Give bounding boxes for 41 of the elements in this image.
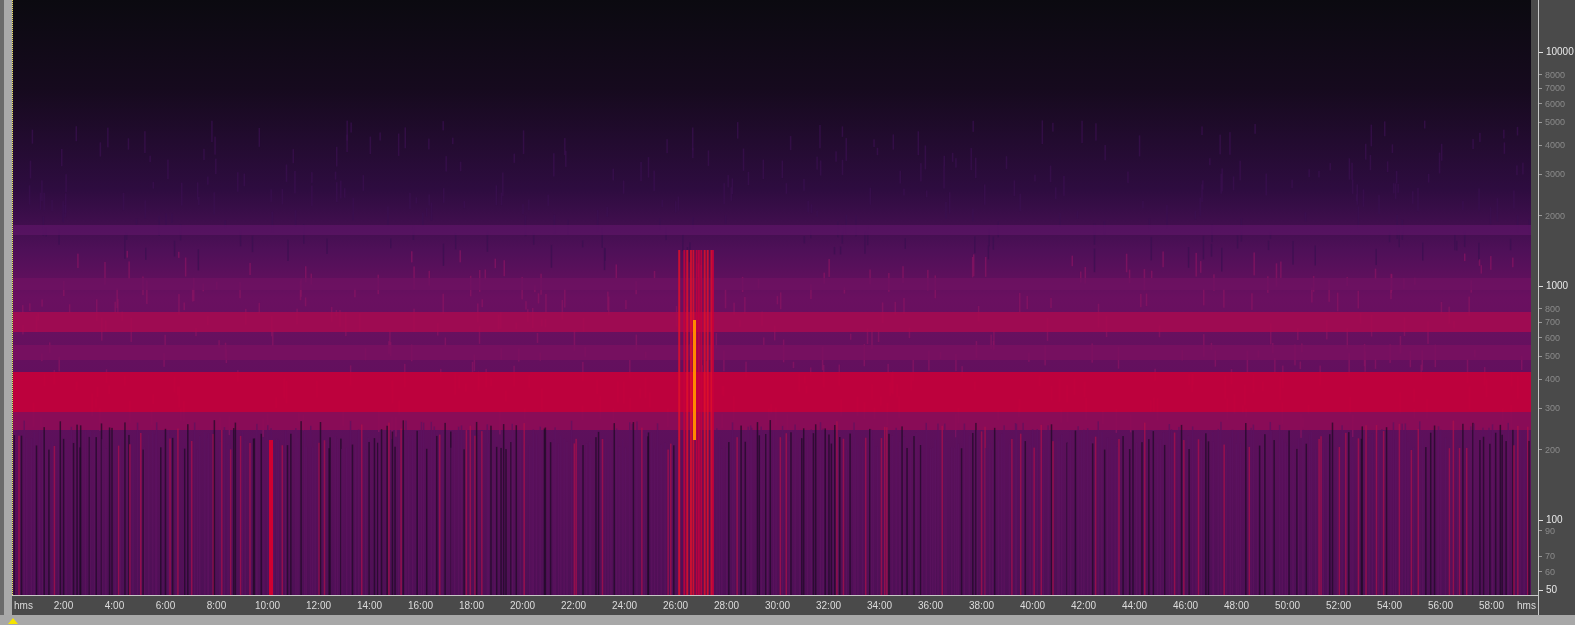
frequency-tick-label: 1000 [1545, 280, 1569, 292]
time-tick-label: 24:00 [611, 599, 638, 613]
time-tick-label: 2:00 [52, 599, 75, 613]
frequency-tick-label: 50 [1545, 584, 1558, 597]
playhead-marker-icon[interactable] [8, 618, 18, 624]
frequency-tick-label: 400 [1544, 373, 1560, 386]
time-tick-label: 12:00 [305, 599, 332, 613]
time-tick-label: 52:00 [1325, 599, 1352, 613]
time-tick-label: 4:00 [103, 599, 126, 613]
time-tick-label: 8:00 [205, 599, 228, 613]
time-tick-label: 46:00 [1172, 599, 1199, 613]
time-unit-label: hms [1517, 599, 1537, 613]
time-tick-label: 50:00 [1274, 599, 1301, 613]
frequency-tick-label: 100 [1545, 514, 1563, 526]
time-tick-label: 20:00 [509, 599, 536, 613]
time-tick-label: 6:00 [154, 599, 177, 613]
time-tick-label: 28:00 [713, 599, 740, 613]
time-tick-label: 40:00 [1019, 599, 1046, 613]
time-tick-label: 54:00 [1376, 599, 1403, 613]
time-tick-label: 22:00 [560, 599, 587, 613]
time-tick-label: 10:00 [254, 599, 281, 613]
time-tick-label: 38:00 [968, 599, 995, 613]
frequency-tick-label: 5000 [1544, 116, 1565, 129]
time-tick-label: 36:00 [917, 599, 944, 613]
time-tick-label: 14:00 [356, 599, 383, 613]
time-tick-label: 32:00 [815, 599, 842, 613]
time-tick-label: 56:00 [1427, 599, 1454, 613]
time-tick-label: 30:00 [764, 599, 791, 613]
frequency-tick-label: 90 [1544, 524, 1555, 537]
time-tick-label: 26:00 [662, 599, 689, 613]
time-tick-label: 16:00 [407, 599, 434, 613]
time-tick-label: 34:00 [866, 599, 893, 613]
frequency-tick-label: 4000 [1544, 139, 1565, 152]
frequency-tick-label: 10000 [1545, 46, 1574, 58]
time-unit-label: hms [13, 599, 34, 613]
time-tick-label: 48:00 [1223, 599, 1250, 613]
time-tick-label: 44:00 [1121, 599, 1148, 613]
time-tick-label: 58:00 [1478, 599, 1505, 613]
frequency-tick-label: 500 [1544, 350, 1560, 363]
time-tick-label: 42:00 [1070, 599, 1097, 613]
time-tick-label: 18:00 [458, 599, 485, 613]
